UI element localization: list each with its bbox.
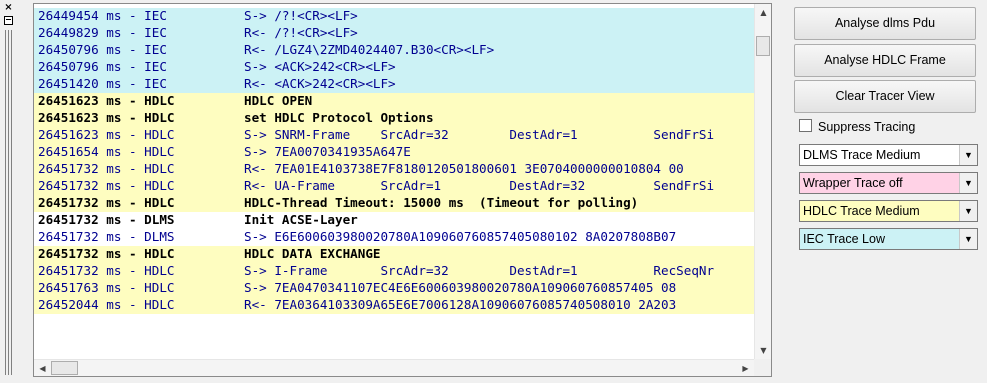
wrapper-trace-level-dropdown[interactable]: Wrapper Trace off ▼ — [799, 172, 978, 194]
horizontal-scroll-thumb[interactable] — [51, 361, 78, 375]
trace-line: 26451763 ms - HDLC S-> 7EA0470341107EC4E6… — [34, 280, 754, 297]
grip-line — [11, 30, 12, 375]
trace-line: 26451420 ms - IEC R<- <ACK>242<CR><LF> — [34, 76, 754, 93]
dropdown-value: IEC Trace Low — [803, 232, 885, 246]
trace-timestamp: 26451732 ms - HDLC — [38, 178, 175, 193]
trace-message: R<- 7EA0364103309A65E6E7006128A109060760… — [244, 297, 677, 312]
trace-message: HDLC DATA EXCHANGE — [244, 246, 381, 261]
vertical-scroll-thumb[interactable] — [756, 36, 770, 56]
trace-message: R<- <ACK>242<CR><LF> — [244, 76, 396, 91]
dropdown-value: DLMS Trace Medium — [803, 148, 921, 162]
scrollbar-corner — [754, 359, 771, 376]
trace-message: HDLC OPEN — [244, 93, 313, 108]
vertical-scrollbar[interactable]: ▲ ▼ — [754, 4, 771, 359]
scroll-down-arrow-icon[interactable]: ▼ — [755, 342, 771, 359]
chevron-down-icon[interactable]: ▼ — [959, 229, 977, 249]
trace-timestamp: 26451654 ms - HDLC — [38, 144, 175, 159]
grip-line — [8, 30, 9, 375]
trace-message: S-> 7EA0470341107EC4E6E600603980020780A1… — [244, 280, 677, 295]
dlms-trace-level-dropdown[interactable]: DLMS Trace Medium ▼ — [799, 144, 978, 166]
scroll-right-arrow-icon[interactable]: ▶ — [737, 360, 754, 376]
trace-message: R<- UA-Frame SrcAdr=1 DestAdr=32 SendFrS… — [244, 178, 715, 193]
grip-line — [5, 30, 6, 375]
close-icon[interactable]: × — [4, 3, 13, 13]
chevron-down-icon[interactable]: ▼ — [959, 173, 977, 193]
trace-line: 26450796 ms - IEC S-> <ACK>242<CR><LF> — [34, 59, 754, 76]
trace-message: S-> E6E600603980020780A10906076085740508… — [244, 229, 677, 244]
analyse-hdlc-frame-button[interactable]: Analyse HDLC Frame — [794, 44, 976, 77]
dropdown-value: HDLC Trace Medium — [803, 204, 920, 218]
trace-message: Init ACSE-Layer — [244, 212, 358, 227]
trace-message: R<- /?!<CR><LF> — [244, 25, 358, 40]
trace-line: 26451623 ms - HDLC S-> SNRM-Frame SrcAdr=… — [34, 127, 754, 144]
chevron-down-icon[interactable]: ▼ — [959, 145, 977, 165]
trace-timestamp: 26451732 ms - DLMS — [38, 229, 175, 244]
trace-timestamp: 26449454 ms - IEC — [38, 8, 167, 23]
trace-timestamp: 26451732 ms - DLMS — [38, 212, 175, 227]
analyse-dlms-pdu-button[interactable]: Analyse dlms Pdu — [794, 7, 976, 40]
trace-timestamp: 26451732 ms - HDLC — [38, 246, 175, 261]
trace-line: 26451654 ms - HDLC S-> 7EA0070341935A647E — [34, 144, 754, 161]
trace-timestamp: 26451732 ms - HDLC — [38, 161, 175, 176]
trace-message: S-> /?!<CR><LF> — [244, 8, 358, 23]
iec-trace-level-dropdown[interactable]: IEC Trace Low ▼ — [799, 228, 978, 250]
scroll-left-arrow-icon[interactable]: ◀ — [34, 360, 51, 376]
checkbox-box[interactable] — [799, 119, 812, 132]
clear-tracer-view-button[interactable]: Clear Tracer View — [794, 80, 976, 113]
trace-timestamp: 26452044 ms - HDLC — [38, 297, 175, 312]
hdlc-trace-level-dropdown[interactable]: HDLC Trace Medium ▼ — [799, 200, 978, 222]
horizontal-scrollbar[interactable]: ◀ ▶ — [34, 359, 754, 376]
trace-message: S-> 7EA0070341935A647E — [244, 144, 411, 159]
trace-message: S-> <ACK>242<CR><LF> — [244, 59, 396, 74]
trace-timestamp: 26449829 ms - IEC — [38, 25, 167, 40]
suppress-tracing-label: Suppress Tracing — [818, 120, 916, 134]
trace-line: 26451732 ms - HDLC HDLC-Thread Timeout: 1… — [34, 195, 754, 212]
trace-line: 26451623 ms - HDLC HDLC OPEN — [34, 93, 754, 110]
trace-line: 26449454 ms - IEC S-> /?!<CR><LF> — [34, 8, 754, 25]
trace-line: 26451732 ms - HDLC HDLC DATA EXCHANGE — [34, 246, 754, 263]
trace-message: R<- 7EA01E4103738E7F8180120501800601 3E0… — [244, 161, 684, 176]
trace-timestamp: 26450796 ms - IEC — [38, 59, 167, 74]
trace-timestamp: 26451623 ms - HDLC — [38, 110, 175, 125]
trace-message: S-> SNRM-Frame SrcAdr=32 DestAdr=1 SendF… — [244, 127, 715, 142]
trace-line: 26449829 ms - IEC R<- /?!<CR><LF> — [34, 25, 754, 42]
dock-strip: × — [0, 0, 16, 383]
trace-line: 26451732 ms - HDLC R<- 7EA01E4103738E7F81… — [34, 161, 754, 178]
trace-timestamp: 26450796 ms - IEC — [38, 42, 167, 57]
trace-timestamp: 26451732 ms - HDLC — [38, 263, 175, 278]
trace-timestamp: 26451732 ms - HDLC — [38, 195, 175, 210]
trace-timestamp: 26451623 ms - HDLC — [38, 127, 175, 142]
trace-line: 26451732 ms - HDLC S-> I-Frame SrcAdr=32 … — [34, 263, 754, 280]
trace-timestamp: 26451763 ms - HDLC — [38, 280, 175, 295]
tracer-view[interactable]: 26449454 ms - IEC S-> /?!<CR><LF> 26449829… — [33, 3, 772, 377]
scroll-up-arrow-icon[interactable]: ▲ — [755, 4, 771, 21]
pin-icon[interactable] — [4, 16, 13, 25]
trace-line: 26451732 ms - HDLC R<- UA-Frame SrcAdr=1 … — [34, 178, 754, 195]
suppress-tracing-checkbox[interactable]: Suppress Tracing — [799, 118, 915, 136]
trace-line: 26452044 ms - HDLC R<- 7EA0364103309A65E6… — [34, 297, 754, 314]
trace-line: 26451732 ms - DLMS S-> E6E600603980020780… — [34, 229, 754, 246]
trace-message: set HDLC Protocol Options — [244, 110, 434, 125]
trace-message: S-> I-Frame SrcAdr=32 DestAdr=1 RecSeqNr — [244, 263, 715, 278]
trace-line: 26451623 ms - HDLC set HDLC Protocol Opti… — [34, 110, 754, 127]
dropdown-value: Wrapper Trace off — [803, 176, 903, 190]
trace-message: R<- /LGZ4\2ZMD4024407.B30<CR><LF> — [244, 42, 495, 57]
trace-timestamp: 26451420 ms - IEC — [38, 76, 167, 91]
trace-lines: 26449454 ms - IEC S-> /?!<CR><LF> 26449829… — [34, 8, 754, 314]
trace-timestamp: 26451623 ms - HDLC — [38, 93, 175, 108]
trace-message: HDLC-Thread Timeout: 15000 ms (Timeout f… — [244, 195, 639, 210]
chevron-down-icon[interactable]: ▼ — [959, 201, 977, 221]
trace-line: 26450796 ms - IEC R<- /LGZ4\2ZMD4024407.B… — [34, 42, 754, 59]
trace-line: 26451732 ms - DLMS Init ACSE-Layer — [34, 212, 754, 229]
